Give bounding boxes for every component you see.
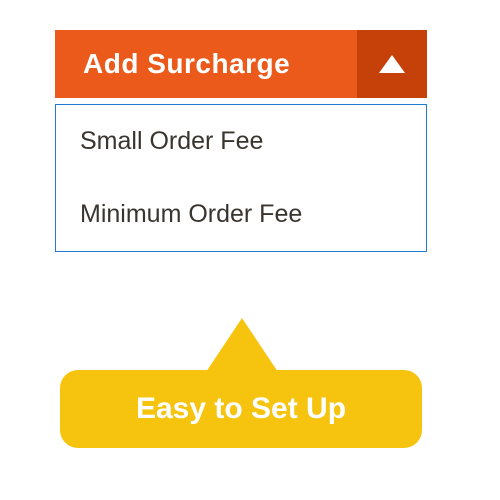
menu-item-minimum-order-fee[interactable]: Minimum Order Fee [56, 178, 426, 251]
info-callout: Easy to Set Up [60, 370, 422, 448]
menu-item-label: Small Order Fee [80, 127, 263, 155]
menu-item-label: Minimum Order Fee [80, 200, 302, 228]
add-surcharge-button-main: Add Surcharge [55, 30, 357, 98]
dropdown-toggle[interactable] [357, 30, 427, 98]
chevron-up-icon [379, 55, 405, 73]
add-surcharge-button[interactable]: Add Surcharge [55, 30, 427, 98]
screenshot-root: Add Surcharge Small Order Fee Minimum Or… [0, 0, 500, 500]
menu-item-small-order-fee[interactable]: Small Order Fee [56, 105, 426, 178]
callout-text: Easy to Set Up [136, 392, 346, 426]
surcharge-menu: Small Order Fee Minimum Order Fee [55, 104, 427, 252]
add-surcharge-label: Add Surcharge [83, 48, 290, 80]
surcharge-dropdown: Add Surcharge Small Order Fee Minimum Or… [55, 30, 427, 252]
callout-tail-icon [206, 318, 278, 372]
